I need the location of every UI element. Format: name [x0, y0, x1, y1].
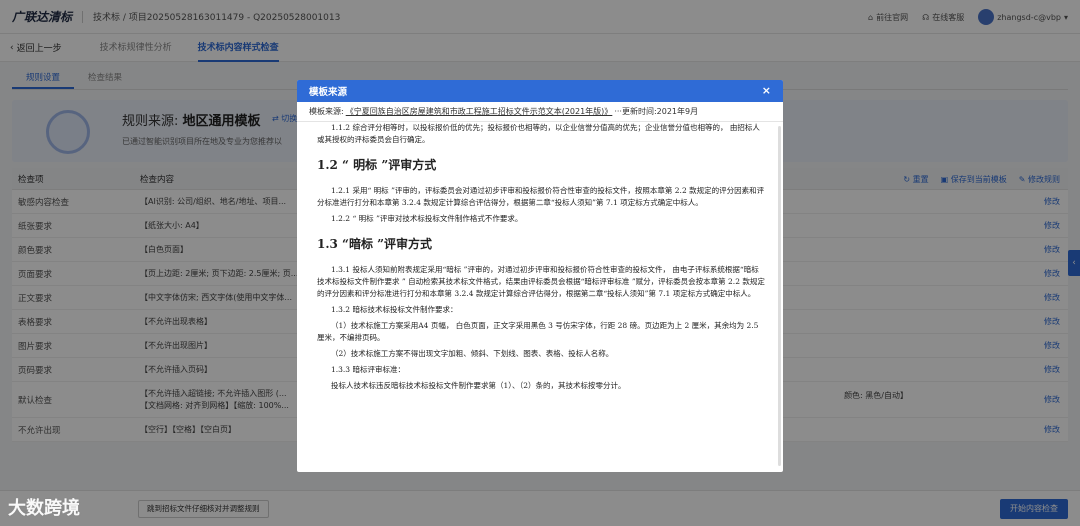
doc-paragraph: 投标人技术标违反暗标技术标投标文件制作要求第（1）、（2）条的，其技术标按零分计…: [331, 381, 626, 390]
source-label: 模板来源:: [309, 107, 344, 116]
template-source-modal: 模板来源 × 模板来源: 《宁夏回族自治区房屋建筑和市政工程施工招标文件示范文本…: [297, 80, 783, 472]
close-icon[interactable]: ×: [762, 84, 771, 97]
doc-heading: 1.2 “ 明标 ”评审方式: [317, 158, 437, 172]
doc-paragraph: 1.2.1 采用“ 明标 ”评审的，评标委员会对通过初步评审和投标报价符合性审查…: [317, 186, 765, 207]
scrollbar[interactable]: [778, 126, 781, 466]
doc-paragraph: 1.2.2 “ 明标 ”评审对技术标投标文件制作格式不作要求。: [331, 214, 523, 223]
source-document-link[interactable]: 《宁夏回族自治区房屋建筑和市政工程施工招标文件示范文本(2021年版)》: [346, 106, 613, 117]
doc-paragraph: 1.1.2 综合评分相等时，以投标报价低的优先；投标报价也相等的，以企业信誉分值…: [317, 123, 760, 144]
modal-header: 模板来源 ×: [297, 80, 783, 102]
doc-paragraph: 1.3.1 投标人须知前附表规定采用“暗标 ”评审的，对通过初步评审和投标报价符…: [317, 265, 765, 298]
watermark: 大数跨境: [8, 498, 80, 519]
modal-title: 模板来源: [309, 87, 348, 98]
source-line: 模板来源: 《宁夏回族自治区房屋建筑和市政工程施工招标文件示范文本(2021年版…: [297, 102, 783, 122]
doc-paragraph: （1）技术标施工方案采用A4 页幅， 白色页面，正文字采用黑色 3 号仿宋字体，…: [317, 321, 759, 342]
doc-paragraph: （2）技术标施工方案不得出现文字加粗、倾斜、下划线、图表、表格、投标人名称。: [331, 349, 614, 358]
doc-paragraph: 1.3.3 暗标评审标准：: [331, 365, 405, 374]
doc-paragraph: 1.3.2 暗标技术标投标文件制作要求：: [331, 305, 458, 314]
doc-heading: 1.3 “暗标 ”评审方式: [317, 237, 433, 251]
source-update-time: ···更新时间:2021年9月: [614, 107, 699, 116]
document-preview[interactable]: 1.1.2 综合评分相等时，以投标报价低的优先；投标报价也相等的，以企业信誉分值…: [297, 122, 779, 472]
